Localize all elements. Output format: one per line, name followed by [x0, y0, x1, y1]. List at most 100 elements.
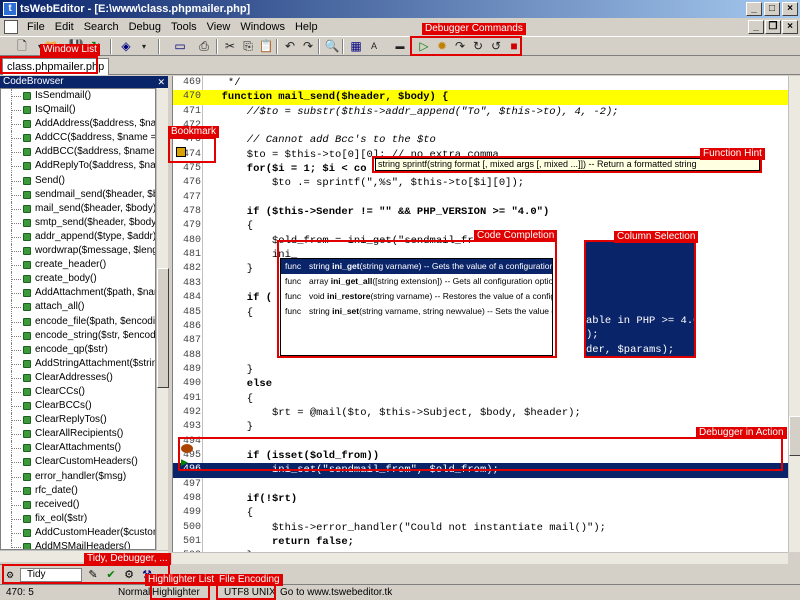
- codebrowser-item[interactable]: encode_string($str, $encoding =: [1, 328, 155, 343]
- codebrowser-item[interactable]: Send(): [1, 173, 155, 188]
- font-icon[interactable]: A: [366, 39, 382, 54]
- codebrowser-item[interactable]: ClearAddresses(): [1, 370, 155, 385]
- small-box-icon[interactable]: ▬: [392, 39, 408, 54]
- file-encoding[interactable]: UTF8 UNIX: [224, 585, 276, 600]
- step-into-icon[interactable]: ↷: [452, 39, 468, 54]
- code-line[interactable]: 471 //$to = substr($this->addr_append("T…: [173, 105, 788, 119]
- code-line[interactable]: 500 $this->error_handler("Could not inst…: [173, 521, 788, 535]
- code-line[interactable]: 473 // Cannot add Bcc's to the $to: [173, 133, 788, 147]
- maximize-button[interactable]: □: [764, 2, 780, 16]
- codebrowser-item[interactable]: received(): [1, 497, 155, 512]
- code-line[interactable]: 469 */: [173, 76, 788, 90]
- codebrowser-item[interactable]: mail_send($header, $body): [1, 201, 155, 216]
- menu-debug[interactable]: Debug: [124, 21, 166, 33]
- codebrowser-item[interactable]: ClearBCCs(): [1, 399, 155, 414]
- completion-item[interactable]: func string ini_set(string varname, strin…: [281, 304, 552, 319]
- codebrowser-item[interactable]: create_body(): [1, 272, 155, 287]
- grid-icon[interactable]: ▦: [348, 39, 364, 54]
- menu-windows[interactable]: Windows: [235, 21, 290, 33]
- copy-icon[interactable]: ⎘: [240, 39, 256, 54]
- document-icon[interactable]: [4, 20, 18, 34]
- mdi-close-button[interactable]: ×: [782, 20, 798, 34]
- codebrowser-item[interactable]: error_handler($msg): [1, 469, 155, 484]
- codebrowser-item[interactable]: AddAttachment($path, $name =: [1, 286, 155, 301]
- editor-hscrollbar[interactable]: [172, 552, 788, 564]
- highlighter-select[interactable]: Highlighter: [152, 585, 200, 600]
- editor-scroll-thumb[interactable]: [789, 416, 800, 456]
- wand-icon[interactable]: ✎: [86, 568, 100, 582]
- codebrowser-item[interactable]: AddAddress($address, $name =: [1, 117, 155, 132]
- codebrowser-item[interactable]: ClearAttachments(): [1, 441, 155, 456]
- codebrowser-list[interactable]: IsSendmail() IsQmail() AddAddress($address…: [0, 88, 156, 550]
- codebrowser-item[interactable]: IsSendmail(): [1, 89, 155, 103]
- codebrowser-item[interactable]: AddStringAttachment($string, $fil: [1, 356, 155, 371]
- completion-item[interactable]: func void ini_restore(string varname) -- …: [281, 289, 552, 304]
- preview-dropdown-icon[interactable]: ▾: [136, 39, 152, 54]
- codebrowser-item[interactable]: IsQmail(): [1, 103, 155, 118]
- tidy-select[interactable]: Tidy: [20, 568, 82, 582]
- stop-icon[interactable]: ■: [506, 39, 522, 54]
- undo-icon[interactable]: ↶: [282, 39, 298, 54]
- editor-scrollbar[interactable]: [788, 76, 800, 552]
- run-icon[interactable]: ▷: [416, 39, 432, 54]
- new-file-icon[interactable]: 🗋: [14, 39, 30, 54]
- website-link[interactable]: Go to www.tswebeditor.tk: [280, 585, 392, 600]
- code-line[interactable]: 478 if ($this->Sender != "" && PHP_VERSI…: [173, 205, 788, 219]
- code-line[interactable]: 495 if (isset($old_from)): [173, 449, 788, 463]
- mdi-restore-button[interactable]: ❐: [765, 20, 781, 34]
- browser-preview-icon[interactable]: ◈: [118, 39, 134, 54]
- code-line[interactable]: 496 ini_set("sendmail_from", $old_from);: [173, 463, 788, 478]
- codebrowser-item[interactable]: sendmail_send($header, $body): [1, 187, 155, 202]
- check-icon[interactable]: ✔: [104, 568, 118, 582]
- print-icon[interactable]: ⎙: [196, 39, 212, 54]
- menu-help[interactable]: Help: [290, 21, 323, 33]
- codebrowser-item[interactable]: ClearAllRecipients(): [1, 427, 155, 442]
- codebrowser-item[interactable]: addr_append($type, $addr): [1, 229, 155, 244]
- code-line[interactable]: 498 if(!$rt): [173, 492, 788, 506]
- codebrowser-item[interactable]: attach_all(): [1, 300, 155, 315]
- minimize-button[interactable]: _: [746, 2, 762, 16]
- codebrowser-item[interactable]: AddMSMailHeaders(): [1, 540, 155, 549]
- breakpoint-icon[interactable]: [181, 444, 193, 453]
- menu-tools[interactable]: Tools: [166, 21, 202, 33]
- step-out-icon[interactable]: ↺: [488, 39, 504, 54]
- code-completion-popup[interactable]: func string ini_get(string varname) -- Ge…: [280, 258, 553, 356]
- search-icon[interactable]: 🔍: [324, 39, 340, 54]
- codebrowser-item[interactable]: ClearReplyTos(): [1, 413, 155, 428]
- menu-edit[interactable]: Edit: [50, 21, 79, 33]
- codebrowser-item[interactable]: AddCC($address, $name = ""): [1, 131, 155, 146]
- codebrowser-item[interactable]: encode_file($path, $encoding =: [1, 314, 155, 329]
- codebrowser-item[interactable]: ClearCCs(): [1, 384, 155, 399]
- code-line[interactable]: 477: [173, 191, 788, 205]
- step-over-icon[interactable]: ↻: [470, 39, 486, 54]
- codebrowser-item[interactable]: fix_eol($str): [1, 511, 155, 526]
- code-line[interactable]: 472: [173, 119, 788, 133]
- completion-item[interactable]: func string ini_get(string varname) -- Ge…: [281, 259, 552, 274]
- debug-gear-icon[interactable]: ✹: [434, 39, 450, 54]
- menu-search[interactable]: Search: [79, 21, 124, 33]
- codebrowser-scrollbar[interactable]: [156, 88, 169, 550]
- codebrowser-item[interactable]: create_header(): [1, 258, 155, 273]
- code-line[interactable]: 490 else: [173, 377, 788, 391]
- window-icon[interactable]: ▭: [172, 39, 188, 54]
- code-line[interactable]: 499 {: [173, 506, 788, 520]
- code-line[interactable]: 492 $rt = @mail($to, $this->Subject, $bo…: [173, 406, 788, 420]
- code-line[interactable]: 501 return false;: [173, 535, 788, 549]
- codebrowser-close-icon[interactable]: ✕: [157, 76, 165, 88]
- redo-icon[interactable]: ↷: [300, 39, 316, 54]
- menu-view[interactable]: View: [202, 21, 236, 33]
- mdi-minimize-button[interactable]: _: [748, 20, 764, 34]
- codebrowser-item[interactable]: AddBCC($address, $name = ""): [1, 145, 155, 160]
- codebrowser-item[interactable]: rfc_date(): [1, 483, 155, 498]
- scroll-thumb[interactable]: [157, 268, 169, 388]
- tab-class-phpmailer[interactable]: class.phpmailer.php: [2, 58, 110, 75]
- codebrowser-item[interactable]: smtp_send($header, $body): [1, 215, 155, 230]
- code-line[interactable]: 491 {: [173, 392, 788, 406]
- code-line[interactable]: 476 $to .= sprintf(",%s", $this->to[$i][…: [173, 176, 788, 190]
- codebrowser-item[interactable]: AddCustomHeader($custom_hea: [1, 525, 155, 540]
- code-line[interactable]: 470 function mail_send($header, $body) {: [173, 90, 788, 105]
- code-line[interactable]: 489 }: [173, 363, 788, 377]
- code-line[interactable]: 497: [173, 478, 788, 492]
- cut-icon[interactable]: ✂: [222, 39, 238, 54]
- bookmark-icon[interactable]: [176, 147, 186, 157]
